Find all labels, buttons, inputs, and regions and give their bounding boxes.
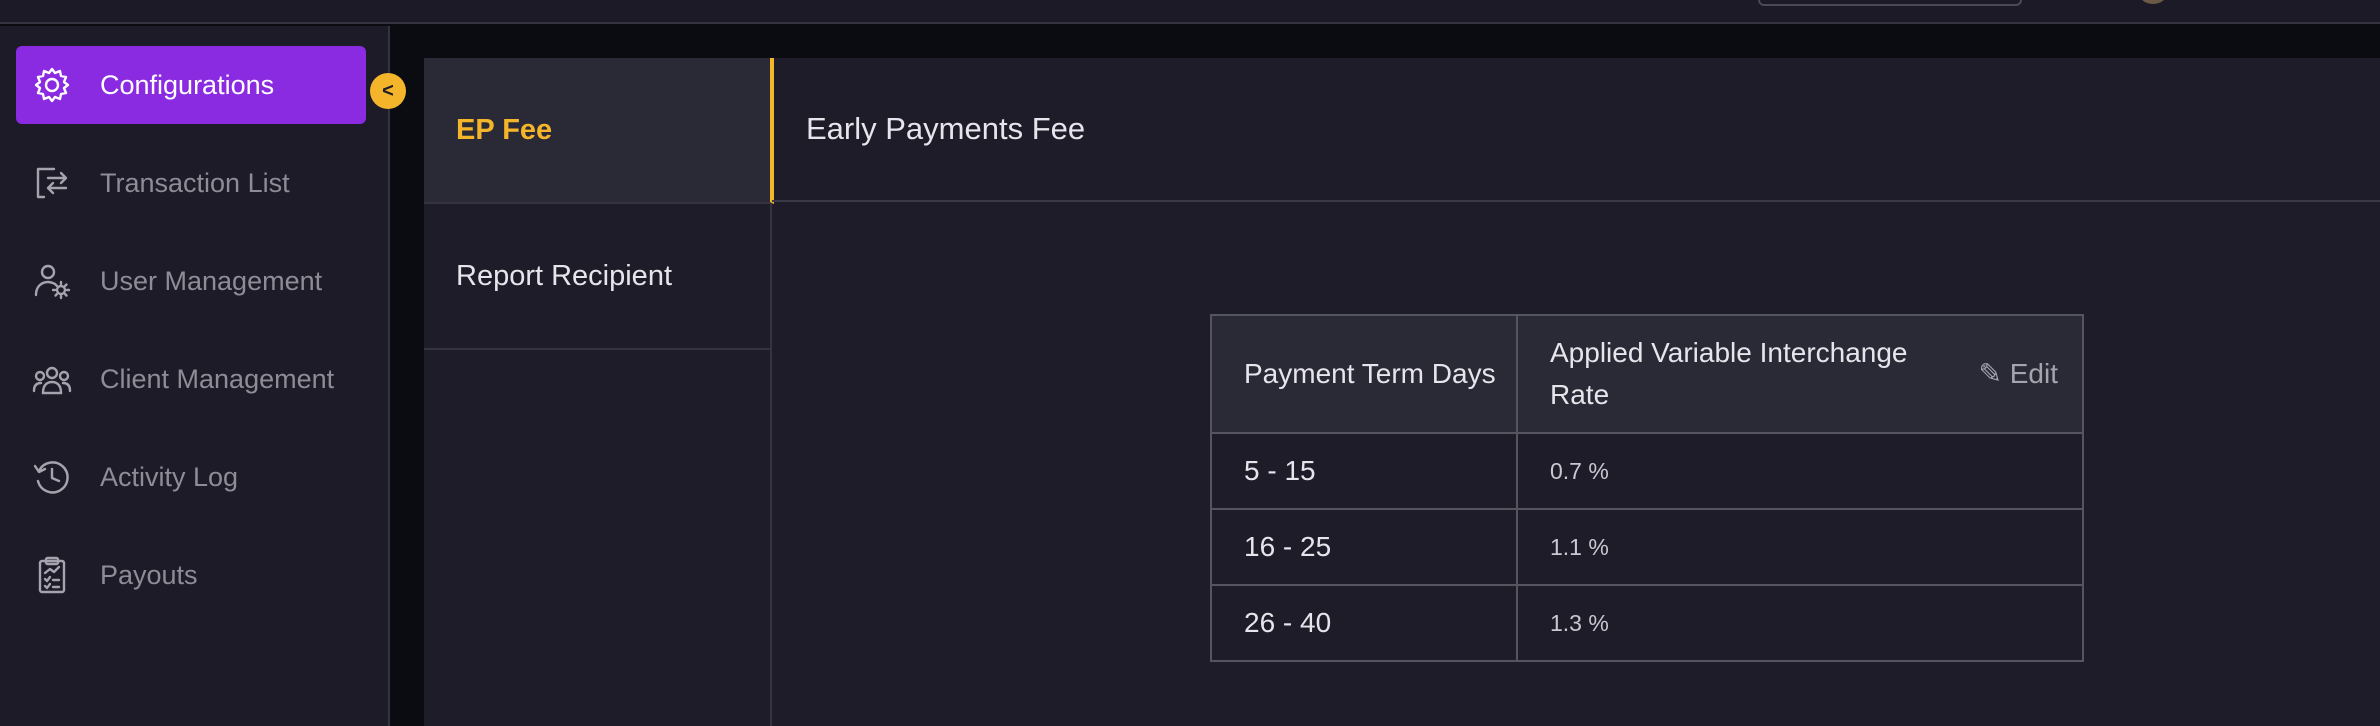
clipboard-chart-icon <box>32 555 72 595</box>
sidebar-item-activity-log[interactable]: Activity Log <box>16 438 366 516</box>
sidebar-item-label: Payouts <box>100 559 198 590</box>
column-header-payment-term-days: Payment Term Days <box>1210 314 1518 434</box>
content-area: Early Payments Fee Payment Term Days App… <box>772 58 2380 726</box>
sidebar-item-label: Transaction List <box>100 167 290 198</box>
subnav-item-ep-fee[interactable]: EP Fee <box>424 58 774 204</box>
chevron-left-icon: < <box>382 79 394 102</box>
table-row: 26 - 40 1.3 % <box>1210 584 2084 662</box>
avatar[interactable] <box>2138 0 2168 4</box>
subnav-item-label: EP Fee <box>456 113 553 146</box>
sidebar-item-label: Activity Log <box>100 461 239 492</box>
sidebar-item-label: Client Management <box>100 363 335 394</box>
sidebar-collapse-button[interactable]: < <box>370 73 406 109</box>
sidebar-item-configurations[interactable]: Configurations <box>16 46 366 124</box>
sidebar-item-payouts[interactable]: Payouts <box>16 536 366 614</box>
rate-cell: 1.1 % <box>1516 508 2084 586</box>
transfer-icon <box>32 163 72 203</box>
top-bar-dropdown[interactable] <box>1758 0 2022 6</box>
top-bar <box>0 0 2380 24</box>
sidebar: Configurations Transaction List User Man… <box>0 26 390 726</box>
table-row: 16 - 25 1.1 % <box>1210 508 2084 586</box>
sidebar-item-client-management[interactable]: Client Management <box>16 340 366 418</box>
table-header-row: Payment Term Days Applied Variable Inter… <box>1210 314 2084 434</box>
fee-table: Payment Term Days Applied Variable Inter… <box>1210 314 2084 662</box>
payment-term-days-cell: 5 - 15 <box>1210 432 1518 510</box>
rate-cell: 0.7 % <box>1516 432 2084 510</box>
rate-cell: 1.3 % <box>1516 584 2084 662</box>
table-row: 5 - 15 0.7 % <box>1210 432 2084 510</box>
sidebar-item-label: User Management <box>100 265 323 296</box>
subnav-item-label: Report Recipient <box>456 259 672 292</box>
column-header-rate-label: Applied Variable Interchange Rate <box>1550 337 1908 410</box>
gear-icon <box>32 65 72 105</box>
sidebar-item-user-management[interactable]: User Management <box>16 242 366 320</box>
page-title: Early Payments Fee <box>772 58 2380 202</box>
main-panel: EP Fee Report Recipient Early Payments F… <box>424 58 2380 726</box>
payment-term-days-cell: 16 - 25 <box>1210 508 1518 586</box>
history-clock-icon <box>32 457 72 497</box>
group-icon <box>32 359 72 399</box>
sidebar-item-transaction-list[interactable]: Transaction List <box>16 144 366 222</box>
sidebar-item-label: Configurations <box>100 69 275 100</box>
payment-term-days-cell: 26 - 40 <box>1210 584 1518 662</box>
config-subnav: EP Fee Report Recipient <box>424 58 774 726</box>
edit-button[interactable]: ✎ Edit <box>1979 353 2059 395</box>
user-gear-icon <box>32 261 72 301</box>
column-header-rate: Applied Variable Interchange Rate ✎ Edit <box>1516 314 2084 434</box>
subnav-item-report-recipient[interactable]: Report Recipient <box>424 204 770 350</box>
